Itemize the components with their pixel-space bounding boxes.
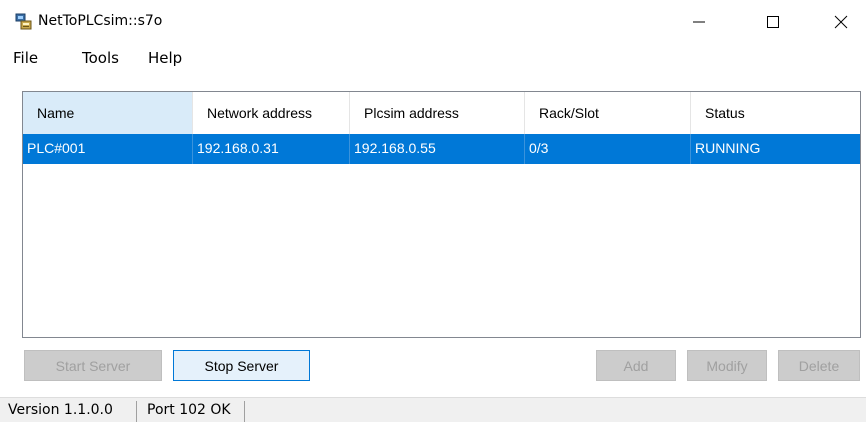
- list-header: Name Network address Plcsim address Rack…: [23, 92, 860, 134]
- netplc-app-icon[interactable]: [15, 12, 33, 30]
- status-bar: Version 1.1.0.0 Port 102 OK: [0, 397, 866, 422]
- stop-server-button[interactable]: Stop Server: [173, 350, 310, 381]
- maximize-button[interactable]: [750, 0, 796, 44]
- column-header-rack-slot[interactable]: Rack/Slot: [525, 92, 691, 134]
- status-port: Port 102 OK: [147, 402, 231, 418]
- cell-plcsim-address: 192.168.0.55: [350, 134, 525, 164]
- status-separator: [136, 401, 137, 422]
- cell-network-address: 192.168.0.31: [193, 134, 350, 164]
- status-version: Version 1.1.0.0: [8, 402, 113, 418]
- start-server-button[interactable]: Start Server: [24, 350, 162, 381]
- menu-file[interactable]: File: [13, 49, 38, 67]
- menu-tools[interactable]: Tools: [82, 49, 119, 67]
- cell-rack-slot: 0/3: [525, 134, 691, 164]
- close-button[interactable]: [818, 0, 864, 44]
- menu-help[interactable]: Help: [148, 49, 182, 67]
- modify-button[interactable]: Modify: [687, 350, 767, 381]
- add-button[interactable]: Add: [596, 350, 676, 381]
- window-title: NetToPLCsim::s7o: [38, 13, 163, 29]
- title-bar[interactable]: NetToPLCsim::s7o: [0, 0, 866, 44]
- minimize-icon: [693, 21, 705, 23]
- column-header-network-address[interactable]: Network address: [193, 92, 350, 134]
- column-header-plcsim-address[interactable]: Plcsim address: [350, 92, 525, 134]
- cell-status: RUNNING: [695, 140, 761, 156]
- table-row[interactable]: PLC#001 192.168.0.31 192.168.0.55 0/3 RU…: [23, 134, 860, 164]
- close-icon: [834, 15, 848, 29]
- cell-name: PLC#001: [23, 134, 193, 164]
- status-separator: [244, 401, 245, 422]
- minimize-button[interactable]: [676, 0, 722, 44]
- plc-list-view[interactable]: Name Network address Plcsim address Rack…: [22, 91, 861, 338]
- column-header-status[interactable]: Status: [691, 92, 860, 134]
- menu-bar: File Tools Help: [0, 44, 866, 74]
- column-header-name[interactable]: Name: [23, 92, 193, 134]
- maximize-icon: [767, 16, 779, 28]
- delete-button[interactable]: Delete: [778, 350, 860, 381]
